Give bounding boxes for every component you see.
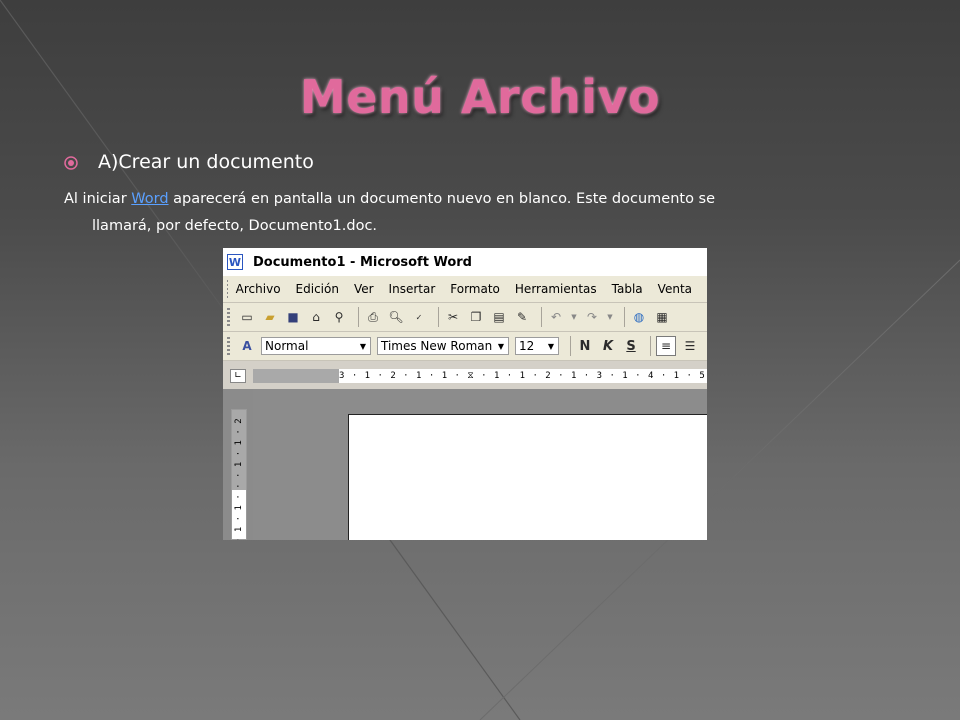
permission-icon[interactable]: ⌂ (307, 308, 325, 326)
font-size-select[interactable]: 12 ▼ (515, 337, 559, 355)
font-value: Times New Roman (381, 339, 493, 353)
menu-insertar[interactable]: Insertar (389, 282, 436, 296)
research-icon[interactable]: ⚲ (330, 308, 348, 326)
toolbar-grip (227, 308, 230, 326)
redo-icon[interactable]: ↷ (583, 308, 601, 326)
font-select[interactable]: Times New Roman ▼ (377, 337, 509, 355)
toolbar-grip (227, 280, 228, 298)
menu-formato[interactable]: Formato (450, 282, 500, 296)
para-prefix: Al iniciar (64, 191, 132, 207)
open-folder-icon[interactable]: ▰ (261, 308, 279, 326)
toolbar-separator (570, 336, 571, 356)
body-paragraph: Al iniciar Word aparecerá en pantalla un… (64, 186, 914, 240)
dropdown-arrow-icon[interactable]: ▼ (570, 308, 578, 326)
font-size-value: 12 (519, 339, 535, 353)
align-left-icon[interactable]: ≡ (656, 336, 676, 356)
copy-icon[interactable]: ❐ (467, 308, 485, 326)
print-icon[interactable]: ⎙ (364, 308, 382, 326)
bold-button[interactable]: N (576, 337, 594, 355)
styles-and-formatting-icon[interactable]: A (238, 337, 256, 355)
hyperlink-icon[interactable]: ◍ (630, 308, 648, 326)
paste-icon[interactable]: ▤ (490, 308, 508, 326)
toolbar-separator (358, 307, 359, 327)
new-document-icon[interactable]: ▭ (238, 308, 256, 326)
word-link[interactable]: Word (131, 191, 168, 207)
bullet-heading: A)Crear un documento (98, 151, 314, 173)
style-select[interactable]: Normal ▼ (261, 337, 371, 355)
word-w-icon: W (227, 254, 243, 270)
ruler-margin (253, 369, 339, 383)
document-workspace: · 1 · 1 · · · 1 · 1 · 2 (223, 389, 707, 540)
slide-background: Menú Archivo A)Crear un documento Al ini… (0, 0, 960, 720)
chevron-down-icon: ▼ (547, 341, 555, 351)
toolbar-separator (624, 307, 625, 327)
undo-icon[interactable]: ↶ (547, 308, 565, 326)
toolbar-separator (650, 336, 651, 356)
menu-tabla[interactable]: Tabla (612, 282, 643, 296)
menu-edicion[interactable]: Edición (296, 282, 339, 296)
slide-title: Menú Archivo (299, 70, 661, 124)
menu-herramientas[interactable]: Herramientas (515, 282, 597, 296)
align-center-icon[interactable]: ☰ (681, 337, 699, 355)
menu-ventana[interactable]: Venta (658, 282, 692, 296)
print-preview-icon[interactable]: 🔍︎ (387, 308, 405, 326)
word-title-bar: W Documento1 - Microsoft Word (223, 248, 707, 276)
chevron-down-icon: ▼ (359, 341, 367, 351)
save-disk-icon[interactable]: ■ (284, 308, 302, 326)
vertical-ruler[interactable]: · 1 · 1 · · · 1 · 1 · 2 (231, 409, 247, 540)
cut-icon[interactable]: ✂ (444, 308, 462, 326)
vertical-ruler-text: · 1 · 1 · · · 1 · 1 · 2 (234, 418, 244, 540)
formatting-toolbar: A Normal ▼ Times New Roman ▼ 12 ▼ N K S … (223, 332, 707, 361)
dropdown-arrow-icon[interactable]: ▼ (606, 308, 614, 326)
menu-ver[interactable]: Ver (354, 282, 374, 296)
para-line2: llamará, por defecto, Documento1.doc. (92, 218, 378, 234)
chevron-down-icon: ▼ (497, 341, 505, 351)
para-line1: aparecerá en pantalla un documento nuevo… (168, 191, 716, 207)
format-painter-icon[interactable]: ✎ (513, 308, 531, 326)
menu-archivo[interactable]: Archivo (236, 282, 281, 296)
tab-selector-icon[interactable]: ∟ (230, 369, 246, 383)
horizontal-ruler-bar: ∟ 3 · 1 · 2 · 1 · 1 · ⧖ · 1 · 1 · 2 · 1 … (223, 361, 707, 389)
blank-document-page[interactable] (348, 414, 707, 540)
toolbar-separator (541, 307, 542, 327)
toolbar-grip (227, 337, 230, 355)
word-menu-bar: Archivo Edición Ver Insertar Formato Her… (223, 276, 707, 303)
toolbar-separator (438, 307, 439, 327)
word-screenshot: W Documento1 - Microsoft Word Archivo Ed… (223, 248, 707, 540)
style-value: Normal (265, 339, 309, 353)
word-window-title: Documento1 - Microsoft Word (253, 254, 472, 270)
bullet-item: A)Crear un documento (64, 148, 314, 176)
horizontal-ruler[interactable]: 3 · 1 · 2 · 1 · 1 · ⧖ · 1 · 1 · 2 · 1 · … (339, 369, 707, 383)
target-circle-icon (64, 155, 78, 170)
standard-toolbar: ▭ ▰ ■ ⌂ ⚲ ⎙ 🔍︎ ✓ ✂ ❐ ▤ ✎ ↶ ▼ ↷ ▼ ◍ ▦ (223, 303, 707, 332)
italic-button[interactable]: K (599, 337, 617, 355)
underline-button[interactable]: S (622, 337, 640, 355)
tables-icon[interactable]: ▦ (653, 308, 671, 326)
spelling-icon[interactable]: ✓ (410, 308, 428, 326)
